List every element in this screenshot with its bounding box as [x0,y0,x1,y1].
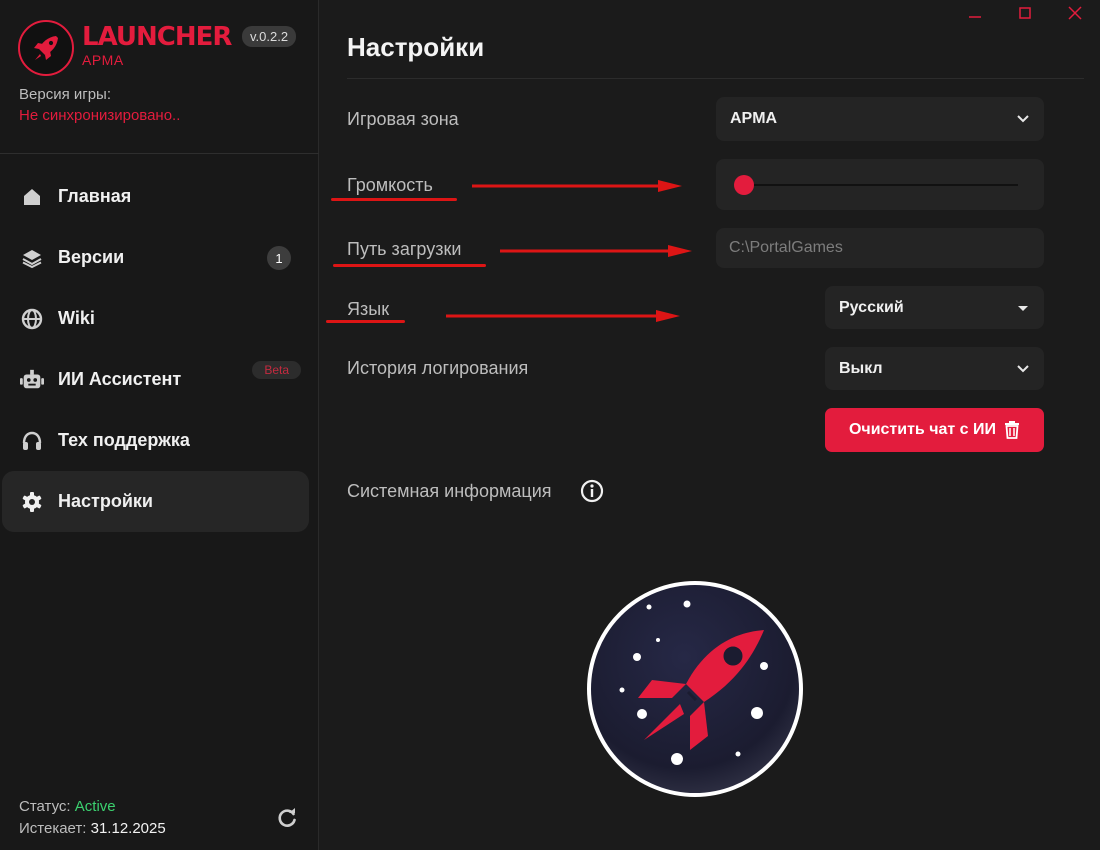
sidebar: LAUNCHER APMA v.0.2.2 Версия игры: Не си… [0,0,319,850]
sidebar-item-home[interactable]: Главная [2,166,309,227]
sidebar-item-label: Тех поддержка [58,430,190,450]
sidebar-divider [0,153,319,154]
language-label: Язык [347,299,390,319]
log-history-select[interactable]: Выкл [825,347,1044,390]
log-history-value: Выкл [839,359,883,377]
trash-icon [1005,421,1020,439]
versions-count-badge: 1 [267,246,291,270]
volume-slider[interactable] [716,159,1044,210]
language-value: Русский [839,298,904,316]
download-path-input[interactable]: C:\PortalGames [716,228,1044,268]
annotation-underline [331,198,457,201]
caret-down-icon [1018,305,1028,311]
sidebar-item-versions[interactable]: Версии 1 [2,227,309,288]
game-zone-label: Игровая зона [347,109,459,129]
sidebar-item-label: ИИ Ассистент [58,369,182,389]
robot-icon [20,368,44,392]
volume-thumb[interactable] [734,175,754,195]
annotation-arrow [472,180,682,192]
clear-ai-chat-button[interactable]: Очистить чат с ИИ [825,408,1044,452]
settings-page: Настройки Игровая зона APMA Громкость Пу… [320,0,1100,850]
status-value: Active [74,798,116,815]
sidebar-item-wiki[interactable]: Wiki [2,288,309,349]
annotation-arrow [500,245,692,257]
download-path-placeholder: C:\PortalGames [729,239,843,256]
language-select[interactable]: Русский [825,286,1044,329]
game-version-status: Не синхронизировано.. [19,107,181,124]
rocket-illustration [587,581,803,797]
gear-icon [20,490,44,514]
volume-track [738,184,1018,186]
game-zone-select[interactable]: APMA [716,97,1044,141]
expires-label: Истекает: [19,820,87,837]
clear-ai-chat-label: Очистить чат с ИИ [848,421,997,438]
brand-name: LAUNCHER [82,22,232,52]
layers-icon [20,246,44,270]
rocket-logo-icon [18,20,74,76]
sidebar-item-label: Главная [58,186,132,206]
system-info-label: Системная информация [347,481,552,501]
home-icon [20,185,44,209]
title-divider [347,78,1084,79]
brand-subtitle: APMA [82,52,124,68]
game-zone-value: APMA [730,110,778,127]
sidebar-item-ai-assistant[interactable]: ИИ Ассистент Beta [2,349,309,410]
sidebar-item-label: Версии [58,247,125,267]
license-status: Статус: Active [19,798,116,815]
beta-badge: Beta [252,361,301,379]
annotation-underline [326,320,405,323]
sidebar-item-label: Wiki [58,308,95,328]
sidebar-item-label: Настройки [58,491,153,511]
info-icon[interactable] [580,479,604,503]
brand: LAUNCHER APMA v.0.2.2 [18,20,308,80]
sidebar-item-support[interactable]: Тех поддержка [2,410,309,471]
chevron-down-icon [1017,364,1029,372]
volume-label: Громкость [347,175,433,195]
page-title: Настройки [347,32,485,62]
globe-icon [20,307,44,331]
annotation-arrow [446,310,680,322]
refresh-icon [278,808,296,827]
version-badge: v.0.2.2 [242,26,297,47]
download-path-label: Путь загрузки [347,239,462,259]
headphones-icon [20,429,44,453]
game-version-label: Версия игры: [19,86,111,103]
annotation-underline [333,264,486,267]
expires-date: 31.12.2025 [90,820,166,837]
refresh-button[interactable] [275,806,299,830]
log-history-label: История логирования [347,358,529,378]
chevron-down-icon [1017,115,1029,123]
sidebar-nav: Главная Версии 1 Wiki ИИ Ассистент Beta … [0,166,319,532]
sidebar-item-settings[interactable]: Настройки [2,471,309,532]
status-label: Статус: [19,798,71,815]
license-expiry: Истекает: 31.12.2025 [19,820,166,837]
